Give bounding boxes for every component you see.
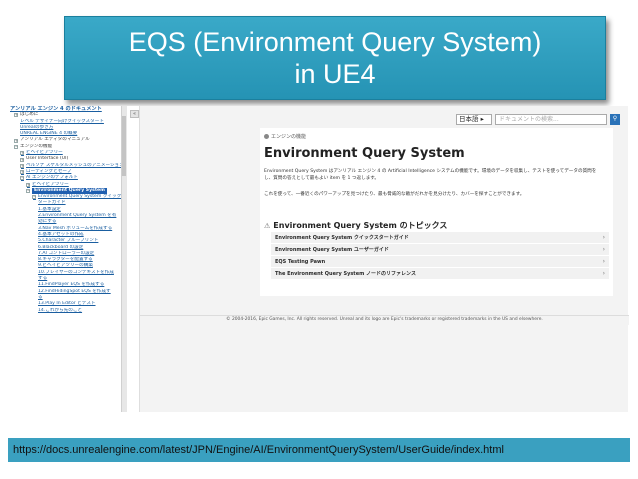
topics-icon: ⚠ (264, 221, 271, 230)
collapse-icon[interactable]: − (32, 195, 36, 200)
sidebar-item-label: 10.プレイヤーのコンテキストを作成 (38, 269, 114, 275)
topic-link[interactable]: The Environment Query System ノードのリファレンス › (271, 268, 609, 280)
expand-icon[interactable]: + (14, 138, 18, 143)
topic-label: Environment Query System クイックスタートガイド (275, 235, 409, 241)
expand-icon[interactable]: + (20, 157, 24, 162)
expand-icon[interactable]: + (14, 113, 18, 118)
collapse-icon[interactable]: − (20, 176, 24, 181)
page-description-2: これを使って、一番近くのパワーアップを見つけたり、最も脅威的な敵がだれかを見分け… (264, 192, 525, 197)
docs-topbar: 日本語 ▸ ドキュメントの検索... ⚲ (456, 114, 621, 127)
topics-heading: ⚠ Environment Query System のトピックス (264, 220, 447, 231)
sidebar-item-label: 12.FindHidingSpot EQS を作成す (38, 288, 111, 294)
slide-title-banner: EQS (Environment Query System) in UE4 (64, 16, 606, 100)
expand-icon[interactable]: + (20, 151, 24, 156)
topic-link[interactable]: EQS Testing Pawn › (271, 256, 609, 268)
language-select[interactable]: 日本語 ▸ (456, 114, 492, 125)
topic-label: EQS Testing Pawn (275, 259, 326, 265)
slide-title-line1: EQS (Environment Query System) (128, 27, 542, 57)
search-icon[interactable]: ⚲ (610, 114, 620, 125)
docs-sidebar: アンリアル エンジン 4 のドキュメント + はじめに レベル デザイナー向けクイッ… (8, 106, 129, 412)
expand-icon[interactable]: + (26, 182, 30, 187)
topics-heading-text: Environment Query System のトピックス (273, 221, 448, 230)
slide-title-line2: in UE4 (294, 59, 376, 89)
expand-icon[interactable]: + (20, 163, 24, 168)
docs-content: エンジンの機能 Environment Query System Environ… (260, 128, 613, 296)
docs-screenshot: アンリアル エンジン 4 のドキュメント + はじめに レベル デザイナー向けクイッ… (8, 106, 629, 416)
collapse-icon[interactable]: − (14, 144, 18, 149)
topic-label: Environment Query System ユーザーガイド (275, 247, 389, 253)
collapse-icon[interactable]: − (26, 189, 30, 193)
sidebar-item-label: 14.これから先のこと (38, 307, 83, 313)
sidebar-tree: + はじめに レベル デザイナー向けクイックスタート Unrealの歩き方 UNREAL… (8, 112, 129, 314)
chevron-right-icon: › (602, 234, 605, 241)
page-title: Environment Query System (264, 146, 465, 161)
breadcrumb-icon (264, 134, 269, 139)
breadcrumb-link[interactable]: エンジンの機能 (271, 133, 306, 140)
sidebar-collapse-button[interactable]: « (130, 110, 139, 118)
docs-main-area: 日本語 ▸ ドキュメントの検索... ⚲ エンジンの機能 Environment… (139, 106, 629, 412)
topics-list: Environment Query System クイックスタートガイド › Env… (271, 232, 609, 280)
chevron-right-icon: › (602, 270, 605, 277)
page-description: Environment Query System はアンリアル エンジン 4 の… (264, 169, 597, 181)
docs-footer: © 2004-2016, Epic Games, Inc. All rights… (140, 315, 629, 325)
source-url-banner: https://docs.unrealengine.com/latest/JPN… (8, 438, 630, 462)
breadcrumb: エンジンの機能 (264, 133, 306, 140)
expand-icon[interactable]: + (20, 170, 24, 175)
chevron-right-icon: › (602, 246, 605, 253)
topic-link[interactable]: Environment Query System ユーザーガイド › (271, 244, 609, 256)
sidebar-item[interactable]: 14.これから先のこと (8, 308, 129, 314)
topic-link[interactable]: Environment Query System クイックスタートガイド › (271, 232, 609, 244)
topic-label: The Environment Query System ノードのリファレンス (275, 271, 416, 277)
chevron-right-icon: › (602, 258, 605, 265)
sidebar-scroll-thumb[interactable] (122, 116, 126, 176)
search-input[interactable]: ドキュメントの検索... (495, 114, 607, 125)
